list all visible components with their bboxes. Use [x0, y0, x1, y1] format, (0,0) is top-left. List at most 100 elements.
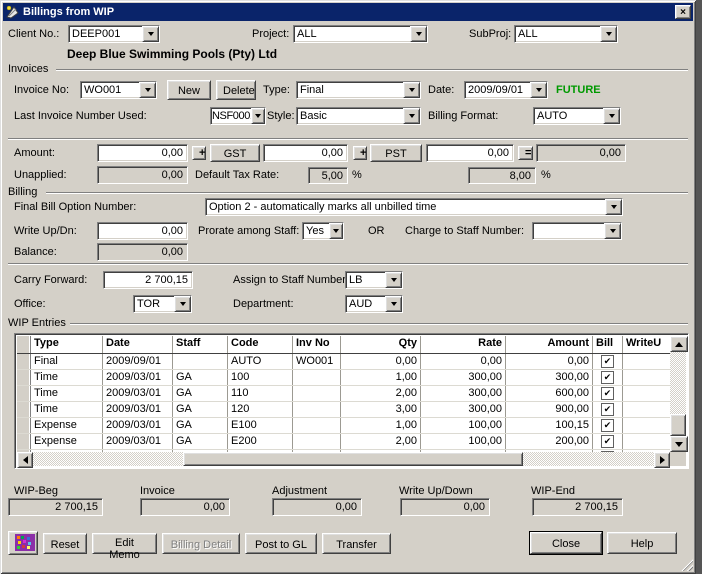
bill-checkbox[interactable]: ✔ [601, 387, 614, 400]
client-no-dropdown-button[interactable] [142, 26, 159, 42]
assign-staff-combo[interactable]: LB [345, 271, 403, 289]
office-dropdown-button[interactable] [174, 296, 191, 312]
new-button[interactable]: New [167, 80, 211, 100]
column-header-bill[interactable]: Bill [593, 336, 623, 353]
prorate-dropdown-button[interactable] [329, 223, 343, 239]
subproj-dropdown-button[interactable] [600, 26, 617, 42]
help-button[interactable]: Help [607, 532, 677, 554]
department-dropdown-button[interactable] [385, 296, 402, 312]
prorate-combo[interactable]: Yes [302, 222, 344, 240]
row-selector[interactable] [17, 386, 31, 401]
project-combo[interactable]: ALL [293, 25, 428, 43]
billing-detail-button[interactable]: Billing Detail [162, 533, 240, 554]
reset-button[interactable]: Reset [43, 533, 87, 554]
edit-memo-button[interactable]: Edit Memo [92, 533, 157, 554]
gst-amount-input[interactable]: 0,00 [263, 144, 348, 162]
final-bill-option-combo[interactable]: Option 2 - automatically marks all unbil… [205, 198, 623, 216]
equals-button[interactable]: = [518, 146, 533, 160]
charge-to-staff-combo[interactable] [532, 222, 622, 240]
date-combo[interactable]: 2009/09/01 [464, 81, 548, 99]
column-header-type[interactable]: Type [31, 336, 103, 353]
chevron-down-icon [606, 32, 612, 36]
pst-button[interactable]: PST [370, 144, 422, 162]
titlebar[interactable]: Billings from WIP × [3, 3, 693, 21]
horizontal-scrollbar[interactable] [17, 452, 670, 466]
table-row[interactable]: Final2009/09/01AUTOWO0010,000,000,00✔ [17, 354, 670, 370]
scroll-down-button[interactable] [670, 436, 688, 452]
hscroll-track[interactable] [33, 452, 654, 466]
final-bill-option-dropdown-button[interactable] [605, 199, 622, 215]
invoice-no-combo[interactable]: WO001 [80, 81, 157, 99]
wip-end-label: WIP-End [531, 485, 575, 497]
project-dropdown-button[interactable] [410, 26, 427, 42]
column-header-writeu[interactable]: WriteU [623, 336, 670, 353]
row-selector[interactable] [17, 402, 31, 417]
billing-format-dropdown-button[interactable] [603, 108, 620, 124]
type-dropdown-button[interactable] [403, 82, 420, 98]
table-row[interactable]: Expense2009/03/01GAE2002,00100,00200,00✔ [17, 434, 670, 450]
amount-input[interactable]: 0,00 [97, 144, 188, 162]
bill-checkbox[interactable]: ✔ [601, 435, 614, 448]
table-row[interactable]: Time2009/03/01GA1102,00300,00600,00✔ [17, 386, 670, 402]
invoice-no-dropdown-button[interactable] [139, 82, 156, 98]
column-header-date[interactable]: Date [103, 336, 173, 353]
table-row[interactable]: Time2009/03/01GA1203,00300,00900,00✔ [17, 402, 670, 418]
close-action-button[interactable]: Close [530, 532, 602, 554]
wip-beg-field: 2 700,15 [8, 498, 103, 516]
hscroll-thumb[interactable] [183, 452, 523, 466]
table-cell: E200 [228, 434, 293, 449]
column-header-inv-no[interactable]: Inv No [293, 336, 341, 353]
close-button[interactable]: × [675, 5, 691, 19]
last-invoice-dropdown-button[interactable] [251, 108, 265, 124]
calculator-icon-button[interactable] [8, 531, 38, 555]
vscroll-track[interactable] [670, 352, 686, 436]
table-row[interactable]: Time2009/03/01GA1001,00300,00300,00✔ [17, 370, 670, 386]
post-to-gl-button[interactable]: Post to GL [245, 533, 317, 554]
table-cell: Final [31, 354, 103, 369]
transfer-button[interactable]: Transfer [322, 533, 391, 554]
column-header-code[interactable]: Code [228, 336, 293, 353]
assign-staff-dropdown-button[interactable] [385, 272, 402, 288]
bill-checkbox[interactable]: ✔ [601, 419, 614, 432]
scroll-left-button[interactable] [17, 452, 33, 468]
subproj-combo[interactable]: ALL [514, 25, 618, 43]
column-header-qty[interactable]: Qty [341, 336, 421, 353]
row-selector[interactable] [17, 370, 31, 385]
type-combo[interactable]: Final [296, 81, 421, 99]
office-combo[interactable]: TOR [133, 295, 192, 313]
resize-grip[interactable] [680, 558, 693, 571]
vscroll-thumb[interactable] [670, 414, 686, 436]
row-selector[interactable] [17, 418, 31, 433]
style-dropdown-button[interactable] [403, 108, 420, 124]
vertical-scrollbar[interactable] [670, 336, 686, 452]
department-combo[interactable]: AUD [345, 295, 403, 313]
delete-button[interactable]: Delete [216, 80, 256, 100]
table-row[interactable]: Expense2009/03/01GAE1001,00100,00100,15✔ [17, 418, 670, 434]
plus-button-2[interactable]: + [353, 146, 367, 160]
bill-checkbox[interactable]: ✔ [601, 355, 614, 368]
bill-checkbox[interactable]: ✔ [601, 371, 614, 384]
table-cell: Time [31, 370, 103, 385]
style-combo[interactable]: Basic [296, 107, 421, 125]
row-selector[interactable] [17, 434, 31, 449]
bill-checkbox[interactable]: ✔ [601, 403, 614, 416]
date-dropdown-button[interactable] [530, 82, 547, 98]
carry-forward-input[interactable]: 2 700,15 [103, 271, 193, 289]
column-header-staff[interactable]: Staff [173, 336, 228, 353]
row-selector[interactable] [17, 354, 31, 369]
billing-group-label: Billing [8, 186, 37, 198]
plus-button-1[interactable]: + [192, 146, 206, 160]
scroll-up-button[interactable] [670, 336, 688, 352]
column-header-rate[interactable]: Rate [421, 336, 506, 353]
scroll-right-button[interactable] [654, 452, 670, 468]
charge-to-staff-dropdown-button[interactable] [604, 223, 621, 239]
last-invoice-combo[interactable]: NSF0001 [210, 107, 266, 125]
date-value: 2009/09/01 [465, 82, 530, 98]
gst-button[interactable]: GST [210, 144, 260, 162]
pst-amount-input[interactable]: 0,00 [426, 144, 514, 162]
column-header-amount[interactable]: Amount [506, 336, 593, 353]
table-cell [623, 402, 670, 417]
write-updn-input[interactable]: 0,00 [97, 222, 188, 240]
billing-format-combo[interactable]: AUTO [533, 107, 621, 125]
client-no-combo[interactable]: DEEP001 [68, 25, 160, 43]
